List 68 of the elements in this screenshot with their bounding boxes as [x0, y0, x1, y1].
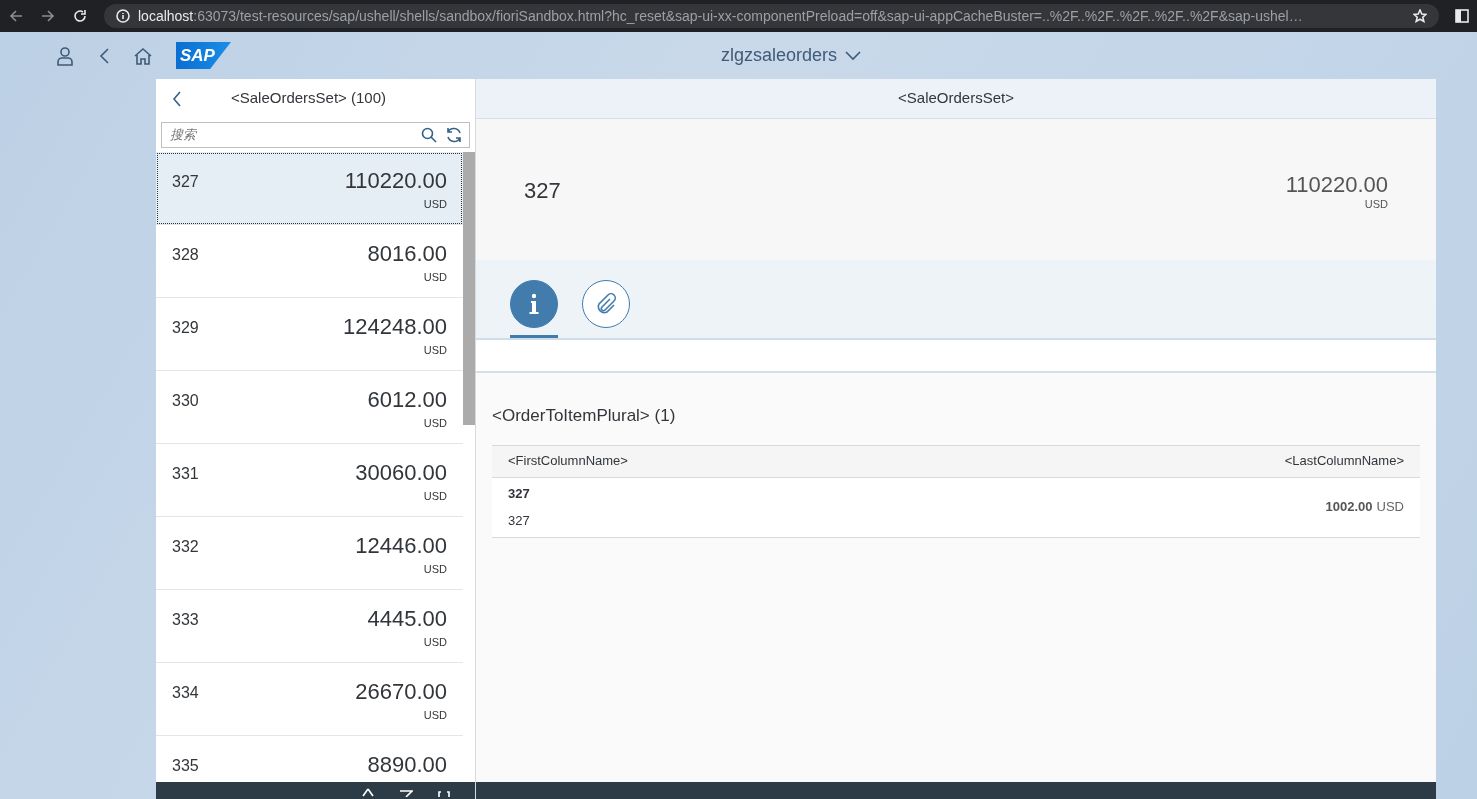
currency: USD	[423, 270, 447, 285]
scrollbar[interactable]	[463, 152, 475, 425]
info-icon	[529, 293, 539, 315]
currency: USD	[423, 635, 447, 650]
sidebar-icon[interactable]	[1455, 9, 1469, 23]
item-number: 334	[172, 684, 199, 701]
column-header: <LastColumnName>	[1284, 452, 1404, 471]
item-amount: 12446.00	[355, 535, 447, 557]
currency: USD	[423, 343, 447, 358]
currency: USD	[423, 708, 447, 723]
item-title: 327	[508, 484, 530, 503]
search-icon[interactable]	[421, 127, 437, 143]
info-icon	[116, 9, 130, 23]
currency: USD	[423, 197, 447, 212]
item-amount: 26670.00	[355, 681, 447, 703]
search-field[interactable]: 搜索	[161, 122, 470, 148]
currency: USD	[423, 416, 447, 431]
app-title-menu[interactable]: zlgzsaleorders	[721, 42, 862, 69]
item-amount: 1002.00	[1325, 498, 1373, 517]
forward-icon[interactable]	[40, 8, 56, 24]
tab-button[interactable]	[510, 280, 558, 328]
item-number: 333	[172, 611, 199, 628]
item-amount: 6012.00	[367, 389, 447, 411]
back-icon[interactable]	[98, 46, 110, 65]
list-item[interactable]: 334 26670.00 USD	[156, 663, 463, 736]
column-header: <FirstColumnName>	[508, 452, 628, 471]
item-subtitle: 327	[508, 512, 530, 530]
list-item[interactable]: 333 4445.00 USD	[156, 590, 463, 663]
item-amount: 8890.00	[367, 754, 447, 776]
item-amount: 30060.00	[355, 462, 447, 484]
back-icon[interactable]	[172, 90, 182, 107]
list-item[interactable]: 331 30060.00 USD	[156, 444, 463, 517]
item-number: 335	[172, 757, 199, 774]
star-icon[interactable]	[1413, 9, 1427, 23]
url-text: localhost:63073/test-resources/sap/ushell/shells/sandbox/fioriSandbox.html?hc_reset&sap-ui-xx-componentPreload=off&sap-ui-appCacheBuster=..%2F..%2F..%2F..%2F..%2F&sap-ushel…	[138, 6, 1303, 26]
table-title: <OrderToItemPlural> (1)	[492, 405, 677, 427]
item-number: 329	[172, 319, 199, 336]
item-amount: 110220.00	[344, 170, 447, 192]
search-input[interactable]: 搜索	[168, 124, 413, 146]
currency: USD	[1364, 197, 1388, 212]
reload-icon[interactable]	[72, 8, 88, 24]
chevron-down-icon	[845, 50, 862, 61]
item-number: 332	[172, 538, 199, 555]
item-amount: 8016.00	[367, 243, 447, 265]
sap-logo[interactable]: SAP	[176, 42, 231, 69]
refresh-icon[interactable]	[445, 126, 463, 144]
address-bar[interactable]: localhost:63073/test-resources/sap/ushell/shells/sandbox/fioriSandbox.html?hc_reset&sap-ui-xx-componentPreload=off&sap-ui-appCacheBuster=..%2F..%2F..%2F..%2F..%2F&sap-ushel…	[104, 4, 1439, 28]
item-number: 331	[172, 465, 199, 482]
item-number: 327	[172, 173, 199, 190]
sort-icon[interactable]	[361, 787, 375, 797]
item-amount: 4445.00	[367, 608, 447, 630]
item-number: 328	[172, 246, 199, 263]
object-title: 327	[524, 178, 561, 203]
item-number: 330	[172, 392, 199, 409]
object-amount: 110220.00	[1285, 174, 1388, 196]
page-title: <SaleOrdersSet>	[476, 79, 1436, 119]
home-icon[interactable]	[134, 46, 152, 65]
list-item[interactable]: 332 12446.00 USD	[156, 517, 463, 590]
user-icon[interactable]	[56, 45, 74, 66]
tab-button[interactable]	[582, 280, 630, 328]
currency: USD	[423, 489, 447, 504]
paperclip-icon	[595, 293, 617, 315]
item-amount: 124248.00	[343, 316, 447, 338]
back-icon[interactable]	[8, 8, 24, 24]
list-item[interactable]: 327 110220.00 USD	[156, 152, 463, 225]
currency: USD	[1376, 498, 1404, 517]
currency: USD	[423, 562, 447, 577]
list-title: <SaleOrdersSet> (100)	[229, 88, 388, 109]
